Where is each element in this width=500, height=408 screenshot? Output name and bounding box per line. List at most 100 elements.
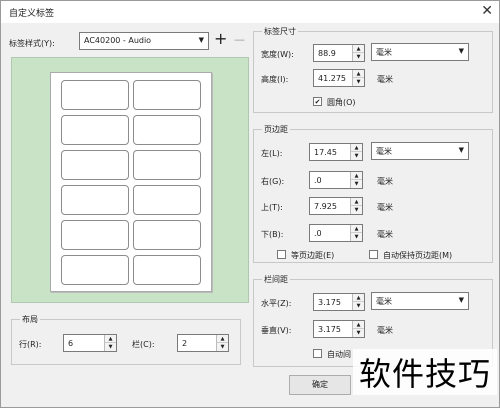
- right-margin-down-icon[interactable]: ▼: [351, 180, 362, 188]
- left-margin-value: 17.45: [314, 148, 337, 157]
- label-cell: [61, 115, 129, 145]
- width-stepper[interactable]: 88.9 ▲ ▼: [313, 44, 365, 62]
- top-margin-down-icon[interactable]: ▼: [351, 206, 362, 214]
- chevron-down-icon: ▼: [458, 296, 464, 304]
- height-stepper[interactable]: 41.275 ▲ ▼: [313, 69, 365, 87]
- width-unit-value: 毫米: [376, 48, 392, 57]
- close-icon[interactable]: ✕: [481, 3, 493, 19]
- bottom-margin-label: 下(B):: [261, 230, 284, 239]
- auto-margins-label: 自动保持页边距(M): [383, 251, 453, 260]
- label-cell: [61, 220, 129, 250]
- rows-down-icon[interactable]: ▼: [105, 343, 116, 351]
- label-cell: [133, 80, 201, 110]
- title-bar: 自定义标签 ✕: [1, 1, 499, 23]
- right-margin-unit: 毫米: [377, 177, 393, 186]
- rows-up-icon[interactable]: ▲: [105, 335, 116, 343]
- top-margin-label: 上(T):: [261, 203, 283, 212]
- left-margin-up-icon[interactable]: ▲: [351, 144, 362, 152]
- horizontal-gutter-down-icon[interactable]: ▼: [353, 302, 364, 310]
- gutter-group-title: 栏间距: [262, 274, 290, 285]
- label-style-dropdown[interactable]: AC40200 - Audio ▼: [79, 32, 209, 50]
- width-label: 宽度(W):: [261, 50, 294, 59]
- left-margin-unit-value: 毫米: [376, 147, 392, 156]
- rounded-corners-checkbox[interactable]: ✔: [313, 97, 322, 106]
- label-size-group-title: 标签尺寸: [262, 26, 298, 37]
- left-margin-unit-dropdown[interactable]: 毫米 ▼: [371, 142, 469, 160]
- watermark: 软件技巧: [353, 349, 498, 395]
- label-cell: [133, 220, 201, 250]
- cols-stepper[interactable]: 2 ▲ ▼: [177, 334, 229, 352]
- horizontal-gutter-up-icon[interactable]: ▲: [353, 294, 364, 302]
- ok-button[interactable]: 确定: [289, 375, 351, 395]
- horizontal-gutter-label: 水平(Z):: [261, 299, 292, 308]
- right-margin-up-icon[interactable]: ▲: [351, 172, 362, 180]
- label-cell: [133, 185, 201, 215]
- height-down-icon[interactable]: ▼: [353, 78, 364, 86]
- horizontal-gutter-unit-value: 毫米: [376, 297, 392, 306]
- label-cell: [61, 255, 129, 285]
- top-margin-stepper[interactable]: 7.925 ▲ ▼: [309, 197, 363, 215]
- width-down-icon[interactable]: ▼: [353, 53, 364, 61]
- top-margin-value: 7.925: [314, 202, 337, 211]
- cols-value: 2: [182, 339, 188, 348]
- margins-group-title: 页边距: [262, 124, 290, 135]
- rows-value: 6: [68, 339, 74, 348]
- chevron-down-icon: ▼: [198, 36, 204, 44]
- label-style-value: AC40200 - Audio: [84, 36, 152, 45]
- top-margin-up-icon[interactable]: ▲: [351, 198, 362, 206]
- width-value: 88.9: [318, 49, 336, 58]
- label-cell: [133, 115, 201, 145]
- paper-sheet: [50, 72, 212, 292]
- height-label: 高度(I):: [261, 75, 289, 84]
- width-unit-dropdown[interactable]: 毫米 ▼: [371, 43, 469, 61]
- rows-stepper[interactable]: 6 ▲ ▼: [63, 334, 117, 352]
- height-value: 41.275: [318, 74, 346, 83]
- label-cell: [133, 150, 201, 180]
- check-icon: ✔: [314, 98, 321, 106]
- bottom-margin-up-icon[interactable]: ▲: [351, 225, 362, 233]
- left-margin-stepper[interactable]: 17.45 ▲ ▼: [309, 143, 363, 161]
- width-up-icon[interactable]: ▲: [353, 45, 364, 53]
- vertical-gutter-down-icon[interactable]: ▼: [353, 329, 364, 337]
- rounded-corners-label: 圆角(O): [327, 98, 356, 107]
- vertical-gutter-value: 3.175: [318, 325, 341, 334]
- add-style-button[interactable]: +: [214, 29, 227, 48]
- bottom-margin-unit: 毫米: [377, 230, 393, 239]
- auto-gutter-checkbox[interactable]: [313, 349, 322, 358]
- label-style-label: 标签样式(Y):: [9, 39, 55, 48]
- left-margin-down-icon[interactable]: ▼: [351, 152, 362, 160]
- right-margin-stepper[interactable]: .0 ▲ ▼: [309, 171, 363, 189]
- label-cell: [61, 80, 129, 110]
- horizontal-gutter-unit-dropdown[interactable]: 毫米 ▼: [371, 292, 469, 310]
- bottom-margin-down-icon[interactable]: ▼: [351, 233, 362, 241]
- cols-down-icon[interactable]: ▼: [217, 343, 228, 351]
- right-margin-label: 右(G):: [261, 177, 285, 186]
- vertical-gutter-stepper[interactable]: 3.175 ▲ ▼: [313, 320, 365, 338]
- left-margin-label: 左(L):: [261, 149, 283, 158]
- auto-gutter-label: 自动间: [327, 350, 351, 359]
- horizontal-gutter-stepper[interactable]: 3.175 ▲ ▼: [313, 293, 365, 311]
- rows-label: 行(R):: [19, 340, 42, 349]
- bottom-margin-stepper[interactable]: .0 ▲ ▼: [309, 224, 363, 242]
- bottom-margin-value: .0: [314, 229, 322, 238]
- layout-group-title: 布局: [20, 314, 40, 325]
- horizontal-gutter-value: 3.175: [318, 298, 341, 307]
- auto-margins-checkbox[interactable]: [369, 250, 378, 259]
- dialog-title: 自定义标签: [9, 9, 55, 19]
- chevron-down-icon: ▼: [458, 146, 464, 154]
- label-cell: [61, 150, 129, 180]
- custom-label-dialog: 自定义标签 ✕ 标签样式(Y): AC40200 - Audio ▼ + — 布…: [0, 0, 500, 408]
- label-preview: [11, 57, 249, 303]
- label-cell: [133, 255, 201, 285]
- right-margin-value: .0: [314, 176, 322, 185]
- equal-margins-checkbox[interactable]: [277, 250, 286, 259]
- cols-up-icon[interactable]: ▲: [217, 335, 228, 343]
- top-margin-unit: 毫米: [377, 203, 393, 212]
- height-unit: 毫米: [377, 75, 393, 84]
- vertical-gutter-unit: 毫米: [377, 326, 393, 335]
- height-up-icon[interactable]: ▲: [353, 70, 364, 78]
- vertical-gutter-up-icon[interactable]: ▲: [353, 321, 364, 329]
- remove-style-button[interactable]: —: [234, 33, 245, 46]
- equal-margins-label: 等页边距(E): [291, 251, 335, 260]
- chevron-down-icon: ▼: [458, 47, 464, 55]
